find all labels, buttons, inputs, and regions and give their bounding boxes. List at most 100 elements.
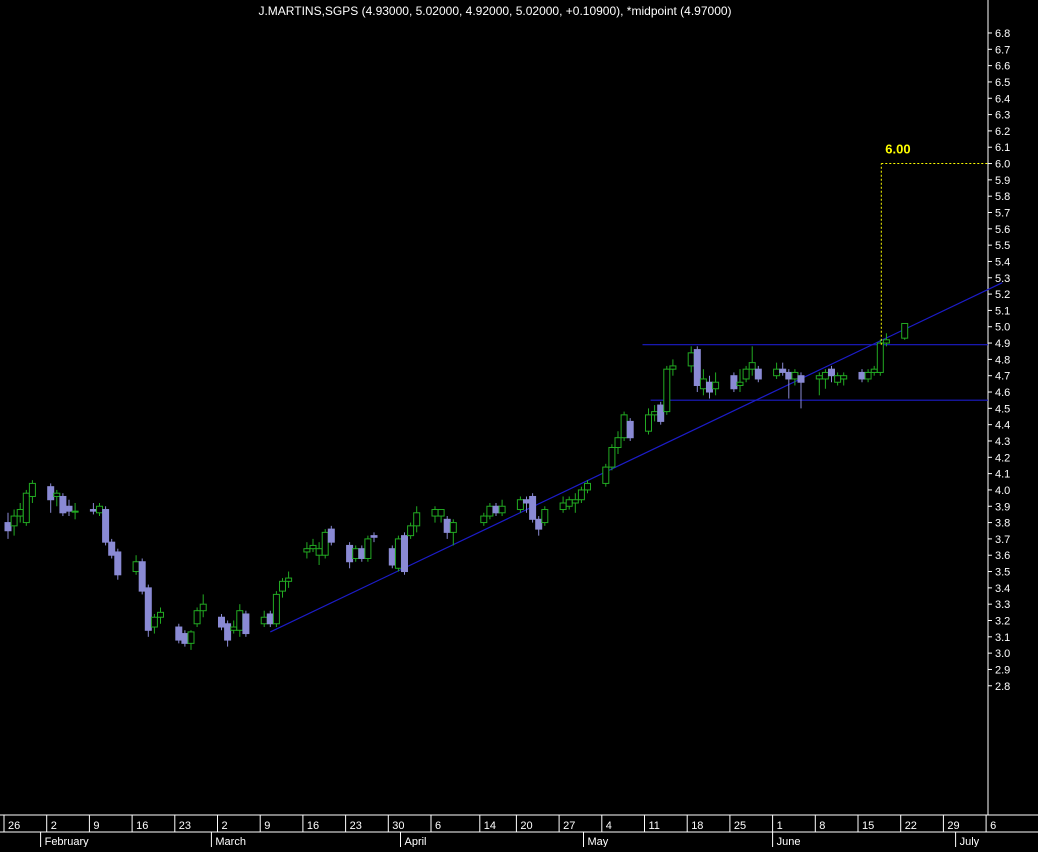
x-tick-label: 16 [136, 820, 148, 832]
candle-body-up [431, 509, 439, 517]
month-label: July [960, 836, 980, 847]
candle-body-down [730, 375, 738, 390]
y-tick-label: 6.1 [995, 142, 1010, 154]
candle-body-up [498, 505, 506, 514]
candle-body-up [821, 371, 829, 380]
candle-body-up [352, 548, 360, 559]
x-tick-label: 6 [435, 820, 441, 832]
candle-body-up [882, 339, 890, 344]
y-tick-label: 4.2 [995, 452, 1010, 464]
candle [498, 499, 506, 517]
candle [577, 486, 585, 503]
candle-body-up [407, 525, 415, 537]
y-tick-label: 3.7 [995, 534, 1010, 546]
candle [736, 369, 744, 393]
candle-body-up [584, 482, 591, 491]
candle-body-up [230, 626, 238, 631]
candle-body-up [736, 381, 744, 386]
candle [565, 496, 573, 510]
candle-body-up [364, 538, 372, 559]
candle-body-up [834, 375, 842, 383]
x-tick-label: 16 [307, 820, 319, 832]
x-tick-label: 15 [862, 820, 874, 832]
candle-body-down [102, 509, 110, 543]
candle-body-down [218, 616, 225, 628]
candle [370, 532, 378, 543]
x-tick-label: 2 [222, 820, 228, 832]
candle [620, 411, 628, 441]
candle-body-up [651, 411, 659, 416]
y-tick-label: 4.3 [995, 436, 1010, 448]
candle [773, 362, 781, 379]
month-label: May [588, 836, 609, 847]
candle [71, 502, 79, 520]
rising-trendline [270, 282, 1003, 633]
candle [16, 502, 24, 523]
y-tick-label: 3.9 [995, 501, 1010, 513]
candle [626, 418, 634, 441]
candle-body-down [47, 486, 55, 501]
candle [486, 502, 494, 520]
candle-body-up [864, 371, 872, 380]
y-tick-label: 3.5 [995, 567, 1010, 579]
candle-body-down [693, 349, 701, 386]
candle [157, 607, 164, 624]
candle [144, 584, 152, 637]
candle-body-up [791, 371, 799, 380]
candle-body-up [199, 603, 207, 612]
candle-body-down [785, 371, 793, 380]
candle [870, 365, 878, 376]
candle [193, 607, 201, 628]
candle [89, 502, 97, 515]
candle [657, 401, 665, 425]
candle-body-up [608, 447, 616, 468]
candle-body-up [669, 365, 677, 370]
candle-body-down [401, 535, 408, 573]
candle-body-up [71, 510, 79, 513]
candle [358, 545, 366, 562]
candle-body-up [132, 561, 140, 573]
candle [797, 372, 805, 409]
candle-body-up [748, 362, 756, 370]
y-tick-label: 6.4 [995, 93, 1010, 105]
candle [242, 610, 250, 637]
candle [187, 630, 195, 650]
candle-body-up [773, 368, 781, 377]
candle-body-down [346, 544, 354, 563]
candle-body-down [706, 381, 713, 393]
candle [272, 591, 280, 628]
trend-lines-layer [270, 282, 1003, 633]
candle [602, 463, 610, 487]
candle-body-down [858, 371, 866, 380]
candle [108, 538, 116, 559]
candle-body-up [22, 492, 30, 524]
x-tick-label: 20 [520, 820, 532, 832]
candle-body-down [529, 495, 537, 520]
candle-body-down [65, 505, 73, 512]
candle-body-down [523, 499, 530, 504]
y-tick-label: 2.8 [995, 681, 1010, 693]
candle-body-up [187, 631, 195, 644]
candle [407, 522, 415, 539]
y-tick-label: 3.6 [995, 550, 1010, 562]
x-tick-label: 18 [691, 820, 703, 832]
y-tick-label: 4.4 [995, 420, 1010, 432]
y-tick-label: 6.7 [995, 44, 1010, 56]
y-tick-label: 6.5 [995, 77, 1010, 89]
candle-body-down [754, 368, 762, 380]
candle-body-down [224, 623, 232, 641]
candle-body-up [437, 509, 445, 517]
target-layer: 6.00 [880, 142, 988, 345]
y-tick-label: 5.2 [995, 289, 1010, 301]
candle-body-down [626, 420, 634, 439]
candle-body-down [797, 375, 805, 383]
x-tick-label: 9 [93, 820, 99, 832]
candle [199, 594, 207, 618]
x-tick-label: 23 [179, 820, 191, 832]
month-label: June [777, 836, 801, 847]
candle-body-down [535, 518, 543, 530]
candle [388, 545, 396, 569]
x-tick-label: 4 [606, 820, 612, 832]
candle [571, 493, 579, 513]
candle [260, 610, 268, 628]
